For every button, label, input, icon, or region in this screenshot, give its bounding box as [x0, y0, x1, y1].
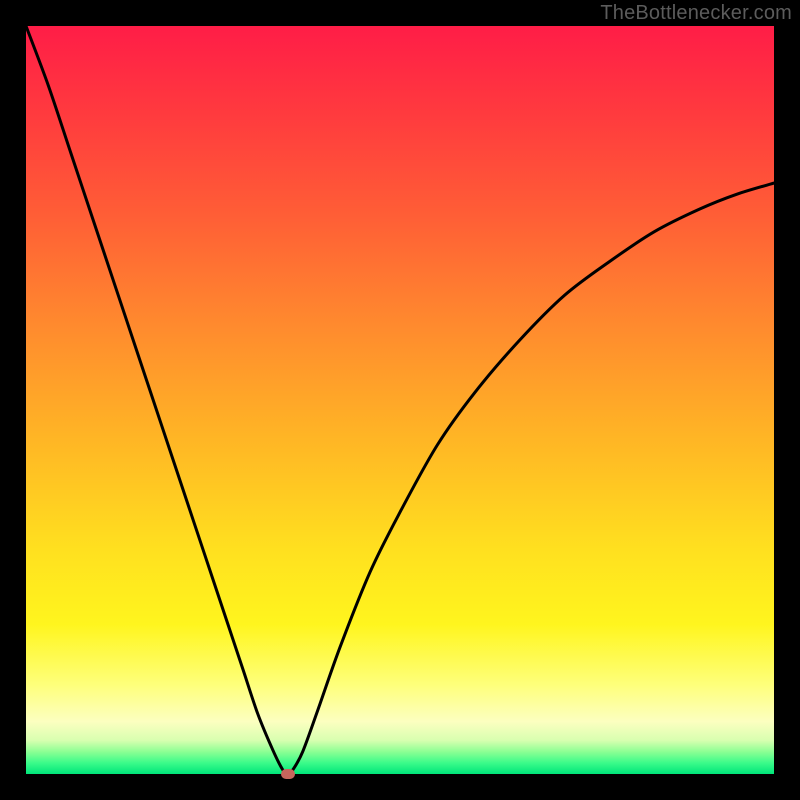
chart-plot-area [26, 26, 774, 774]
optimum-marker [281, 769, 295, 779]
chart-curve-svg [26, 26, 774, 774]
watermark-label: TheBottlenecker.com [600, 2, 792, 25]
bottleneck-curve [26, 26, 774, 774]
chart-frame: TheBottlenecker.com [0, 0, 800, 800]
